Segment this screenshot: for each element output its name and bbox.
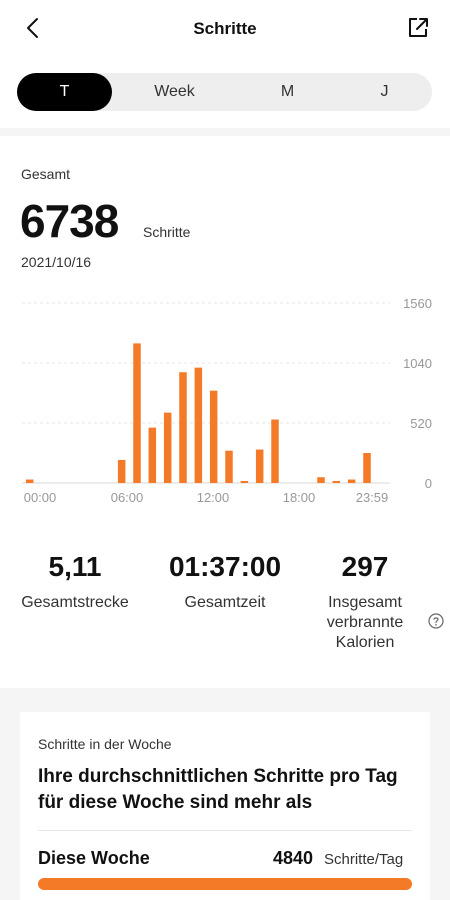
x-tick-label: 06:00 xyxy=(111,490,144,505)
x-tick-label: 00:00 xyxy=(24,490,57,505)
time-value: 01:37:00 xyxy=(168,551,282,582)
bar-hour-12 xyxy=(209,390,218,483)
stat-distance: 5,11 Gesamtstrecke xyxy=(10,551,140,613)
bar-hour-8 xyxy=(148,427,157,483)
share-icon[interactable] xyxy=(406,16,430,40)
distance-value: 5,11 xyxy=(48,551,102,582)
this-week-unit: Schritte/Tag xyxy=(324,851,404,868)
total-steps-unit: Schritte xyxy=(143,224,191,240)
tab-month[interactable]: M xyxy=(240,73,335,111)
this-week-value: 4840 xyxy=(273,848,314,868)
this-week-label: Diese Woche xyxy=(38,848,150,868)
tab-week[interactable]: Week xyxy=(127,73,222,111)
bar-hour-7 xyxy=(133,343,141,483)
bar-hour-11 xyxy=(194,367,203,483)
bar-hour-14 xyxy=(240,481,249,483)
page-title: Schritte xyxy=(193,19,257,38)
distance-label: Gesamtstrecke xyxy=(21,594,129,611)
bar-hour-0 xyxy=(25,479,34,483)
bar-hour-19 xyxy=(317,477,325,483)
bar-hour-6 xyxy=(117,459,126,483)
bar-hour-21 xyxy=(347,479,356,483)
total-label: Gesamt xyxy=(21,166,71,182)
top-bar: Schritte xyxy=(0,0,450,60)
y-tick-label: 1040 xyxy=(403,356,432,371)
calories-label: Insgesamt verbrannte Kalorien xyxy=(326,594,404,651)
x-tick-label: 23:59 xyxy=(356,490,389,505)
bar-hour-13 xyxy=(225,450,233,483)
bar-hour-10 xyxy=(179,372,187,483)
stat-time: 01:37:00 Gesamtzeit xyxy=(150,551,300,613)
y-tick-label: 1560 xyxy=(403,296,432,311)
bar-hour-16 xyxy=(271,419,279,483)
x-tick-label: 18:00 xyxy=(283,490,316,505)
stat-calories: 297 Insgesamt verbrannte Kalorien xyxy=(305,551,425,653)
total-steps-value: 6738 xyxy=(20,195,119,247)
x-tick-label: 12:00 xyxy=(197,490,230,505)
bar-hour-22 xyxy=(363,453,371,483)
bar-hour-9 xyxy=(163,412,172,483)
hourly-steps-chart: 1560 1040 520 0 00:00 06:00 12:00 18:00 23:59 xyxy=(22,296,432,505)
tab-year[interactable]: J xyxy=(337,73,432,111)
bar-hour-15 xyxy=(255,449,264,483)
y-tick-label: 0 xyxy=(425,476,432,491)
y-tick-label: 520 xyxy=(410,416,432,431)
tab-day[interactable]: T xyxy=(17,73,112,111)
summary-date: 2021/10/16 xyxy=(21,254,92,270)
period-selector-area: T Week M J xyxy=(0,60,450,128)
calories-value: 297 xyxy=(341,551,389,582)
weekly-steps-card[interactable]: Schritte in der Woche Ihre durchschnittl… xyxy=(20,712,430,900)
weekly-steps-label: Schritte in der Woche xyxy=(38,736,172,752)
period-segmented-control: T Week M J xyxy=(17,73,432,111)
daily-summary-card: Gesamt 6738 Schritte 2021/10/16 1560 1040… xyxy=(0,136,450,688)
bar-hour-20 xyxy=(332,481,341,483)
divider xyxy=(38,830,412,831)
this-week-progress-bar xyxy=(38,878,412,890)
weekly-steps-headline: Ihre durchschnittlichen Schritte pro Tag… xyxy=(38,766,398,813)
time-label: Gesamtzeit xyxy=(184,594,266,611)
help-icon[interactable] xyxy=(428,613,444,629)
